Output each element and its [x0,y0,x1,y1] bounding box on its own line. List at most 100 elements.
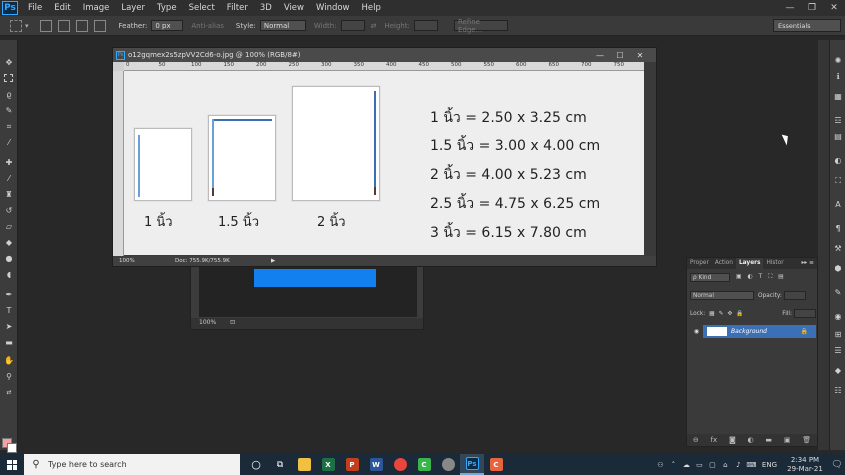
menu-file[interactable]: File [22,3,48,13]
cortana-button[interactable]: ○ [244,454,268,475]
refine-edge-button[interactable]: Refine Edge... [453,18,508,34]
powerpoint-app[interactable]: P [340,454,364,475]
lock-icons[interactable]: ▦✎✥🔒 [709,311,747,317]
meet-icon[interactable]: ▢ [706,461,719,469]
menu-3d[interactable]: 3D [254,3,278,13]
volume-icon[interactable]: ♪ [732,461,745,469]
chevron-up-icon[interactable]: ˄ [667,461,680,469]
file-explorer-app[interactable] [292,454,316,475]
3d-panel-icon[interactable]: ◆ [833,366,843,376]
status-arrow-icon[interactable]: ▶ [271,258,275,264]
document-scrollbar[interactable] [644,62,656,259]
word-app[interactable]: W [364,454,388,475]
document-size[interactable]: Doc: 755.9K/755.9K [153,258,271,264]
clone-source-icon[interactable]: ⛶ [833,176,843,186]
task-view-button[interactable]: ⧉ [268,454,292,475]
menu-image[interactable]: Image [77,3,116,13]
layers-panel-icon[interactable]: ☰ [833,346,843,356]
document-maximize-button[interactable]: ☐ [610,48,630,62]
blend-mode-select[interactable]: Normal [690,291,754,300]
clock[interactable]: 2:34 PM 29-Mar-21 [781,456,829,474]
antialias-checkbox[interactable]: Anti-alias [191,22,224,30]
image-canvas[interactable]: 1 นิ้ว 1.5 นิ้ว 2 นิ้ว 1 นิ้ว = 2.50 x 3… [124,71,646,255]
paint-bucket-icon[interactable]: ◆ [3,238,15,248]
minimize-button[interactable]: — [779,0,801,16]
feather-input[interactable]: 0 px [151,20,184,31]
brush-icon[interactable]: ⁄ [3,174,15,184]
group-icon[interactable]: ▬ [765,436,772,444]
mask-icon[interactable]: ◙ [729,436,736,444]
info-panel-icon[interactable]: ℹ [833,72,843,82]
blur-icon[interactable]: ● [3,254,15,264]
kind-filter-select[interactable]: ρ Kind [690,273,730,282]
swap-colors-icon[interactable]: ⇄ [3,388,15,398]
battery-icon[interactable]: ▭ [693,461,706,469]
notifications-icon[interactable]: 🗨 [829,460,845,470]
fx-icon[interactable]: fx [711,436,718,444]
workspace-select[interactable]: Essentials [773,19,841,32]
move-tool-icon[interactable]: ✥ [3,58,15,68]
menu-select[interactable]: Select [183,3,221,13]
menu-edit[interactable]: Edit [48,3,76,13]
swatches-panel-icon[interactable]: ▦ [833,92,843,102]
photoshop-app[interactable]: Ps [460,454,484,475]
layer-background[interactable]: ◉ Background 🔒 [690,325,816,338]
background-color-swatch[interactable] [7,443,17,453]
start-button[interactable] [0,454,24,475]
rectangular-marquee-icon[interactable] [4,74,13,82]
background-document-window[interactable]: 100% ⊡ [190,262,424,330]
background-document-canvas[interactable] [199,265,417,317]
recorder-app[interactable]: C [484,454,508,475]
background-zoom-level[interactable]: 100% [199,319,216,328]
link-layers-icon[interactable]: ⊖ [693,436,699,444]
tool-presets-icon[interactable]: ⚒ [833,244,843,254]
tab-history[interactable]: Histor [763,258,786,269]
subtract-selection-icon[interactable] [75,19,88,32]
chevron-down-icon[interactable]: ▾ [25,22,29,30]
menu-help[interactable]: Help [356,3,387,13]
ruler-origin[interactable] [113,62,124,71]
height-input[interactable] [413,20,438,31]
menu-view[interactable]: View [278,3,310,13]
style-select[interactable]: Normal [259,20,306,31]
healing-brush-icon[interactable]: ✚ [3,158,15,168]
media-app[interactable] [436,454,460,475]
excel-app[interactable]: X [316,454,340,475]
menu-type[interactable]: Type [151,3,183,13]
eye-icon[interactable]: ◉ [690,325,703,338]
width-input[interactable] [340,20,365,31]
menu-window[interactable]: Window [310,3,356,13]
menu-filter[interactable]: Filter [221,3,254,13]
keyboard-icon[interactable]: ⌨ [745,461,758,469]
opacity-input[interactable] [783,291,806,300]
tab-actions[interactable]: Action [712,258,736,269]
document-window[interactable]: Ps o12gqmex2s5zpVV2Cd6-o.jpg @ 100% (RGB… [112,47,657,267]
fill-input[interactable] [794,309,816,318]
paths-panel-icon[interactable]: ✎ [833,288,843,298]
taskbar-search[interactable]: ⚲ Type here to search [24,454,240,475]
chrome-app[interactable] [388,454,412,475]
filter-type-icons[interactable]: ▣◐T⛶▤ [736,274,790,281]
document-title-bar[interactable]: Ps o12gqmex2s5zpVV2Cd6-o.jpg @ 100% (RGB… [113,48,656,62]
language-indicator[interactable]: ENG [758,461,781,469]
menu-layer[interactable]: Layer [115,3,151,13]
add-selection-icon[interactable] [57,19,70,32]
adjustment-layer-icon[interactable]: ◐ [748,436,754,444]
color-panel-icon[interactable]: ✺ [833,56,843,66]
intersect-selection-icon[interactable] [93,19,106,32]
tab-properties[interactable]: Proper [687,258,712,269]
vertical-ruler[interactable] [113,71,124,259]
paragraph-panel-icon[interactable]: ¶ [833,224,843,234]
dodge-icon[interactable]: ◖ [3,270,15,280]
history-brush-icon[interactable]: ↺ [3,206,15,216]
clone-stamp-icon[interactable]: ♜ [3,190,15,200]
path-select-icon[interactable]: ➤ [3,322,15,332]
channels-panel-icon[interactable]: ◉ [833,312,843,322]
lasso-icon[interactable]: ϱ [3,90,15,100]
character-panel-icon[interactable]: A [833,200,843,210]
history-panel-icon[interactable]: ☷ [833,386,843,396]
type-tool-icon[interactable]: T [3,306,15,316]
document-minimize-button[interactable]: — [590,48,610,62]
adjustments-panel-icon[interactable]: ☲ [833,116,843,126]
new-layer-icon[interactable]: ▣ [784,436,791,444]
